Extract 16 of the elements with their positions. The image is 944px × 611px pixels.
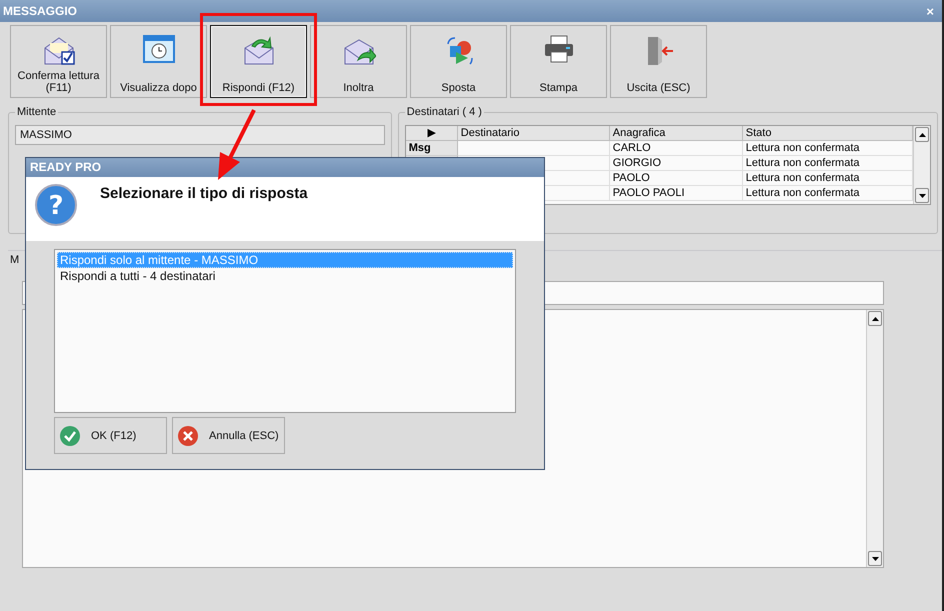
table-cell: Lettura non confermata [742,156,913,171]
question-icon: ? [34,183,78,227]
table-cell: Lettura non confermata [742,186,913,201]
table-cell: CARLO [610,141,743,156]
group-label: M [10,254,20,266]
row-header: Msg [406,141,458,156]
table-cell: GIORGIO [610,156,743,171]
table-cell: Lettura non confermata [742,171,913,186]
dialog-title: READY PRO [26,158,544,177]
group-label: Destinatari ( 4 ) [404,106,484,118]
table-cell: PAOLO [610,171,743,186]
table-cell: PAOLO PAOLI [610,186,743,201]
group-label: Mittente [15,106,58,118]
dialog-prompt: Selezionare il tipo di risposta [100,185,308,204]
window-title: MESSAGGIO [3,4,78,18]
table-cell: Lettura non confermata [742,141,913,156]
